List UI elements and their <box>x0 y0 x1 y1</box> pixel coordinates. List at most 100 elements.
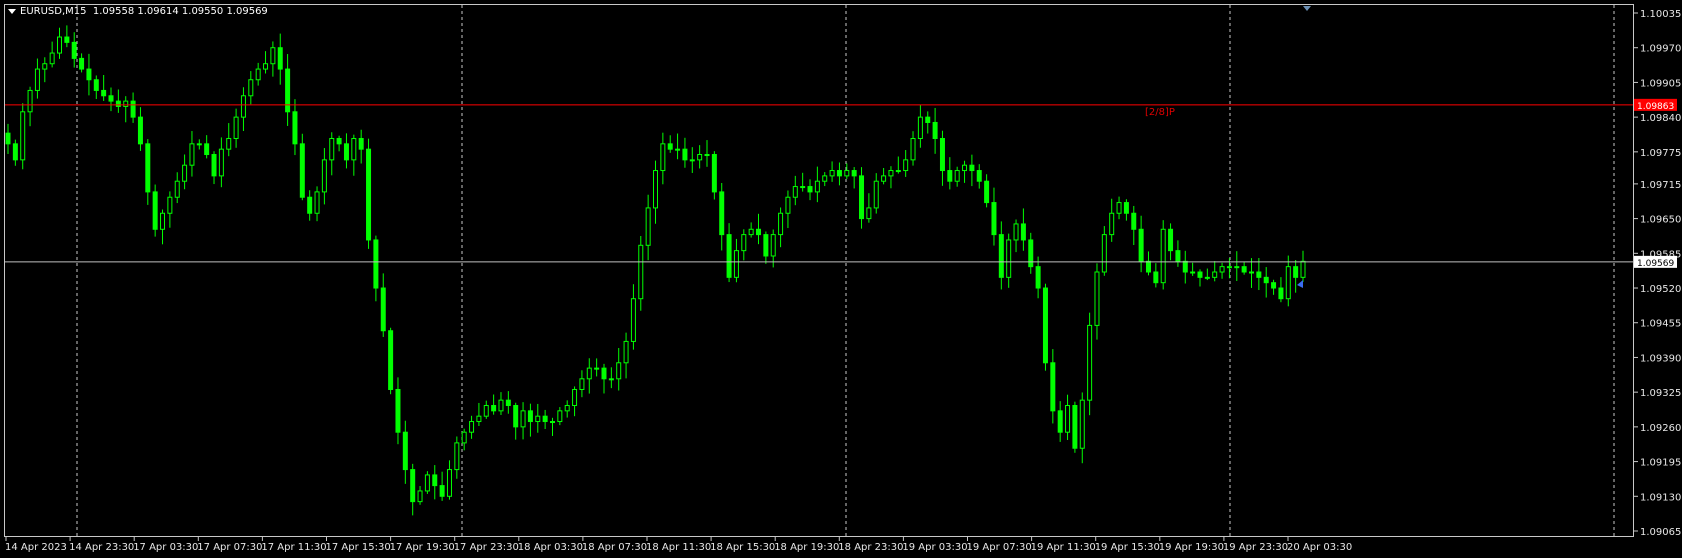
candle-body-up <box>314 191 320 214</box>
candle-body-up <box>167 196 173 214</box>
candle-body-up <box>226 137 232 150</box>
candle-body-down <box>726 234 732 278</box>
candle-body-up <box>446 469 452 497</box>
candle-body-down <box>998 234 1004 278</box>
candle-body-up <box>829 170 835 177</box>
candle-body-up <box>535 415 541 423</box>
pivot-level-tag: [2/8]P <box>1145 107 1175 118</box>
candle-body-up <box>218 148 224 177</box>
candle-body-up <box>645 207 651 246</box>
y-tick-label: 1.09260 <box>1640 423 1681 434</box>
candle-body-down <box>380 287 386 332</box>
candle-body-up <box>954 170 960 182</box>
y-tick-label: 1.09065 <box>1640 527 1681 538</box>
y-tick-label: 1.09195 <box>1640 458 1681 469</box>
candle-body-up <box>189 143 195 166</box>
candle-body-up <box>549 421 555 424</box>
candle-body-down <box>719 191 725 236</box>
candle-body-up <box>660 143 666 172</box>
candle-body-up <box>160 212 166 230</box>
x-tick-label: 17 Apr 03:30 <box>133 542 198 553</box>
candle-body-down <box>969 164 975 172</box>
candle-body-up <box>1234 266 1240 269</box>
x-tick-label: 19 Apr 03:30 <box>902 542 967 553</box>
candle-body-down <box>756 228 762 236</box>
candle-body-up <box>20 111 26 161</box>
candle-body-up <box>255 68 261 81</box>
candle-body-up <box>476 415 482 423</box>
candle-body-down <box>991 202 997 236</box>
x-tick-label: 18 Apr 11:30 <box>646 542 711 553</box>
candle-body-up <box>697 154 703 161</box>
candle-body-down <box>667 143 673 150</box>
candle-body-up <box>888 170 894 177</box>
candle-body-up <box>520 410 526 428</box>
candle-body-up <box>962 164 968 172</box>
candle-body-down <box>12 143 18 161</box>
candle-body-down <box>366 148 372 241</box>
candle-body-down <box>947 170 953 182</box>
candle-body-down <box>1182 260 1188 273</box>
candle-body-down <box>64 36 70 43</box>
price-chart[interactable]: 1.10035 1.09970 1.09905 1.09840 1.09775 1.097… <box>0 0 1682 558</box>
x-tick-label: 14 Apr 23:30 <box>69 542 134 553</box>
candle-body-down <box>145 143 151 193</box>
bid-price-label: 1.09569 <box>1637 259 1674 269</box>
candle-body-up <box>469 421 475 433</box>
candle-body-up <box>461 431 467 444</box>
candle-body-down <box>527 410 533 423</box>
x-tick-label: 19 Apr 19:30 <box>1159 542 1224 553</box>
y-tick-label: 1.09520 <box>1640 284 1681 295</box>
x-tick-label: 17 Apr 07:30 <box>197 542 262 553</box>
y-tick-label: 1.09130 <box>1640 492 1681 503</box>
candle-body-down <box>1028 239 1034 268</box>
candle-body-up <box>248 79 254 97</box>
candle-body-down <box>932 121 938 139</box>
candle-body-down <box>204 143 210 156</box>
candle-body-up <box>263 63 269 70</box>
candle-body-up <box>895 170 901 173</box>
candle-body-up <box>792 186 798 198</box>
y-tick-label: 1.09325 <box>1640 388 1681 399</box>
candle-body-down <box>373 239 379 289</box>
ohlc-values: 1.09558 1.09614 1.09550 1.09569 <box>92 6 268 17</box>
candle-body-down <box>851 170 857 177</box>
candle-body-up <box>1300 260 1306 278</box>
candle-body-up <box>321 159 327 193</box>
candle-body-up <box>1285 266 1291 300</box>
candle-body-down <box>5 132 11 145</box>
candle-body-up <box>1101 234 1107 273</box>
candle-body-down <box>343 143 349 161</box>
candle-body-down <box>505 399 511 407</box>
candle-body-up <box>1065 405 1071 433</box>
candle-body-down <box>836 170 842 177</box>
candle-body-up <box>873 180 879 209</box>
dropdown-triangle-icon[interactable] <box>8 8 16 14</box>
candle-body-up <box>196 143 202 146</box>
x-tick-label: 19 Apr 11:30 <box>1031 542 1096 553</box>
candle-body-up <box>1204 276 1210 279</box>
candle-body-up <box>351 137 357 161</box>
candle-body-down <box>137 116 143 145</box>
x-tick-label: 18 Apr 03:30 <box>518 542 583 553</box>
candle-body-up <box>1094 271 1100 326</box>
chart-window[interactable]: 1.10035 1.09970 1.09905 1.09840 1.09775 1.097… <box>0 0 1682 558</box>
candle-body-up <box>123 100 129 107</box>
candle-body-down <box>711 154 717 193</box>
candle-body-down <box>395 388 401 433</box>
x-tick-label: 19 Apr 07:30 <box>967 542 1032 553</box>
candle-body-up <box>594 367 600 370</box>
candle-body-down <box>513 405 519 428</box>
candle-body-down <box>86 68 92 81</box>
candle-body-up <box>881 175 887 182</box>
candle-body-down <box>152 191 158 230</box>
candle-body-up <box>1219 266 1225 273</box>
candle-body-up <box>866 207 872 220</box>
candle-body-down <box>130 100 136 118</box>
candle-body-down <box>1175 250 1181 262</box>
candle-body-up <box>770 234 776 257</box>
candle-body-down <box>336 137 342 145</box>
candle-body-down <box>1050 362 1056 412</box>
x-tick-label: 18 Apr 19:30 <box>774 542 839 553</box>
candle-body-up <box>564 405 570 412</box>
